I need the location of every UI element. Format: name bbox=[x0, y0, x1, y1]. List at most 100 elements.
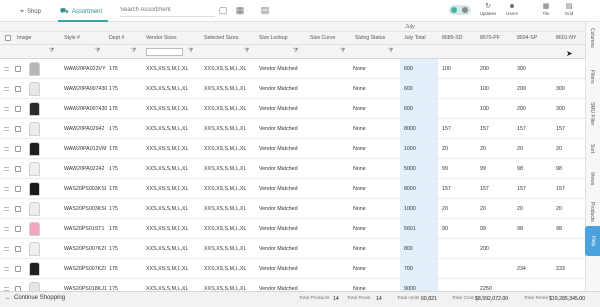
store-8670-cell[interactable]: 20 bbox=[480, 146, 486, 152]
july-total-cell[interactable]: 800 bbox=[404, 246, 413, 252]
drag-handle-icon[interactable] bbox=[4, 87, 9, 91]
store-8601-cell[interactable]: 98 bbox=[556, 166, 562, 172]
filter-icon[interactable]: ⧩ bbox=[244, 48, 249, 55]
side-tab-views[interactable]: Views bbox=[589, 172, 595, 185]
store-8694-cell[interactable]: 20 bbox=[517, 146, 523, 152]
store-8601-cell[interactable]: 233 bbox=[556, 266, 565, 272]
users-button[interactable]: ☻ Users bbox=[500, 3, 524, 20]
store-8694-cell[interactable]: 300 bbox=[517, 66, 526, 72]
col-8601-ny[interactable]: 8601-NY bbox=[556, 35, 576, 41]
store-8694-cell[interactable]: 157 bbox=[517, 186, 526, 192]
calendar-icon[interactable]: ▦ bbox=[235, 5, 245, 15]
side-tab-sort[interactable]: Sort bbox=[589, 144, 595, 153]
store-8694-cell[interactable]: 20 bbox=[517, 206, 523, 212]
filter-icon[interactable]: ⧩ bbox=[293, 48, 298, 55]
july-total-cell[interactable]: 1000 bbox=[404, 206, 416, 212]
drag-handle-icon[interactable] bbox=[4, 127, 9, 131]
store-8689-cell[interactable]: 20 bbox=[442, 146, 448, 152]
july-total-cell[interactable]: 1000 bbox=[404, 146, 416, 152]
store-8689-cell[interactable]: 20 bbox=[442, 206, 448, 212]
product-thumbnail[interactable] bbox=[29, 182, 40, 196]
filter-icon[interactable]: ⧩ bbox=[388, 48, 393, 55]
drag-handle-icon[interactable] bbox=[4, 207, 9, 211]
tile-view-button[interactable]: ▦ Tile bbox=[534, 3, 558, 20]
july-total-cell[interactable]: 600 bbox=[404, 86, 413, 92]
filter-icon[interactable]: ⧩ bbox=[188, 48, 193, 55]
search-input[interactable] bbox=[120, 4, 215, 17]
store-8601-cell[interactable]: 300 bbox=[556, 86, 565, 92]
store-8601-cell[interactable]: 20 bbox=[556, 146, 562, 152]
row-checkbox[interactable] bbox=[15, 126, 21, 132]
row-checkbox[interactable] bbox=[15, 206, 21, 212]
continue-shopping-button[interactable]: ← Continue Shopping bbox=[5, 295, 65, 301]
drag-handle-icon[interactable] bbox=[4, 107, 9, 111]
col-july-total[interactable]: July Total bbox=[404, 35, 426, 41]
row-checkbox[interactable] bbox=[15, 246, 21, 252]
store-8670-cell[interactable]: 100 bbox=[480, 86, 489, 92]
col-image[interactable]: Image bbox=[17, 35, 31, 41]
col-selected-sizes[interactable]: Selected Sizes bbox=[204, 35, 238, 41]
row-checkbox[interactable] bbox=[15, 66, 21, 72]
side-tab-columns[interactable]: Columns bbox=[589, 28, 595, 48]
store-8689-cell[interactable]: 100 bbox=[442, 66, 451, 72]
col-style[interactable]: Style # bbox=[64, 35, 80, 41]
row-checkbox[interactable] bbox=[15, 226, 21, 232]
select-all-checkbox[interactable] bbox=[5, 35, 11, 41]
table-row[interactable]: WAS20PS007KZI 175 XXS,XS,S,M,L,XL XXS,XS,S,… bbox=[0, 239, 585, 259]
drag-handle-icon[interactable] bbox=[4, 267, 9, 271]
product-thumbnail[interactable] bbox=[29, 262, 40, 276]
product-thumbnail[interactable] bbox=[29, 142, 40, 156]
store-8670-cell[interactable]: 157 bbox=[480, 126, 489, 132]
col-size-curve[interactable]: Size Curve bbox=[310, 35, 335, 41]
row-checkbox[interactable] bbox=[15, 266, 21, 272]
july-total-cell[interactable]: 700 bbox=[404, 266, 413, 272]
side-tab-products[interactable]: Products bbox=[589, 202, 595, 222]
side-tab-smu-filter[interactable]: SMU Filter bbox=[589, 102, 595, 126]
store-8689-cell[interactable]: 90 bbox=[442, 226, 448, 232]
col-sizing-status[interactable]: Sizing Status bbox=[355, 35, 385, 41]
row-checkbox[interactable] bbox=[15, 146, 21, 152]
store-8601-cell[interactable]: 157 bbox=[556, 186, 565, 192]
product-thumbnail[interactable] bbox=[29, 202, 40, 216]
july-total-cell[interactable]: 5000 bbox=[404, 166, 416, 172]
store-8601-cell[interactable]: 300 bbox=[556, 106, 565, 112]
drag-handle-icon[interactable] bbox=[4, 227, 9, 231]
row-checkbox[interactable] bbox=[15, 166, 21, 172]
table-row[interactable]: WAW20PA02942 175 XXS,XS,S,M,L,XL XXS,XS,S,M… bbox=[0, 119, 585, 139]
table-row[interactable]: WAS20PS003KSI 175 XXS,XS,S,M,L,XL XXS,XS,S,… bbox=[0, 179, 585, 199]
product-thumbnail[interactable] bbox=[29, 62, 40, 76]
store-8601-cell[interactable]: 98 bbox=[556, 226, 562, 232]
row-checkbox[interactable] bbox=[15, 186, 21, 192]
table-row[interactable]: WAS20PS007KZI 175 XXS,XS,S,M,L,XL XXS,XS,S,… bbox=[0, 259, 585, 279]
store-8670-cell[interactable]: 200 bbox=[480, 66, 489, 72]
drag-handle-icon[interactable] bbox=[4, 147, 9, 151]
col-8694-sp[interactable]: 8694-SP bbox=[517, 35, 537, 41]
clipboard-icon[interactable]: ▢ bbox=[218, 5, 228, 15]
product-thumbnail[interactable] bbox=[29, 162, 40, 176]
grid-view-button[interactable]: ▤ Grid bbox=[557, 3, 581, 20]
store-8670-cell[interactable]: 99 bbox=[480, 226, 486, 232]
july-total-cell[interactable]: 8000 bbox=[404, 186, 416, 192]
table-row[interactable]: WAW20PA007430 175 XXS,XS,S,M,L,XL XXS,XS,S,… bbox=[0, 99, 585, 119]
table-row[interactable]: WAW20PA02242 175 XXS,XS,S,M,L,XL XXS,XS,S,M… bbox=[0, 159, 585, 179]
drag-handle-icon[interactable] bbox=[4, 67, 9, 71]
col-8689-sd[interactable]: 8689-SD bbox=[442, 35, 462, 41]
store-8601-cell[interactable]: 157 bbox=[556, 126, 565, 132]
view-toggle[interactable] bbox=[449, 5, 471, 15]
col-vendor-sizes[interactable]: Vendor Sizes bbox=[146, 35, 177, 41]
product-thumbnail[interactable] bbox=[29, 282, 40, 291]
store-8694-cell[interactable]: 98 bbox=[517, 166, 523, 172]
july-total-cell[interactable]: 600 bbox=[404, 106, 413, 112]
product-thumbnail[interactable] bbox=[29, 242, 40, 256]
july-total-cell[interactable]: 8000 bbox=[404, 126, 416, 132]
store-8689-cell[interactable]: 99 bbox=[442, 166, 448, 172]
store-8689-cell[interactable]: 157 bbox=[442, 186, 451, 192]
tab-shop[interactable]: ⌖ Shop bbox=[20, 5, 41, 18]
filter-icon[interactable]: ⧩ bbox=[49, 48, 54, 55]
table-row[interactable]: WAS20PS01ST1 175 XXS,XS,S,M,L,XL XXS,XS,S,M… bbox=[0, 219, 585, 239]
table-row[interactable]: WAS20PS018KJ1 175 XXS,XS,S,M,L,XL XXS,XS,S,… bbox=[0, 279, 585, 291]
updates-button[interactable]: ↻ Updates bbox=[476, 3, 500, 20]
store-8601-cell[interactable]: 20 bbox=[556, 206, 562, 212]
store-8694-cell[interactable]: 98 bbox=[517, 226, 523, 232]
drag-handle-icon[interactable] bbox=[4, 247, 9, 251]
